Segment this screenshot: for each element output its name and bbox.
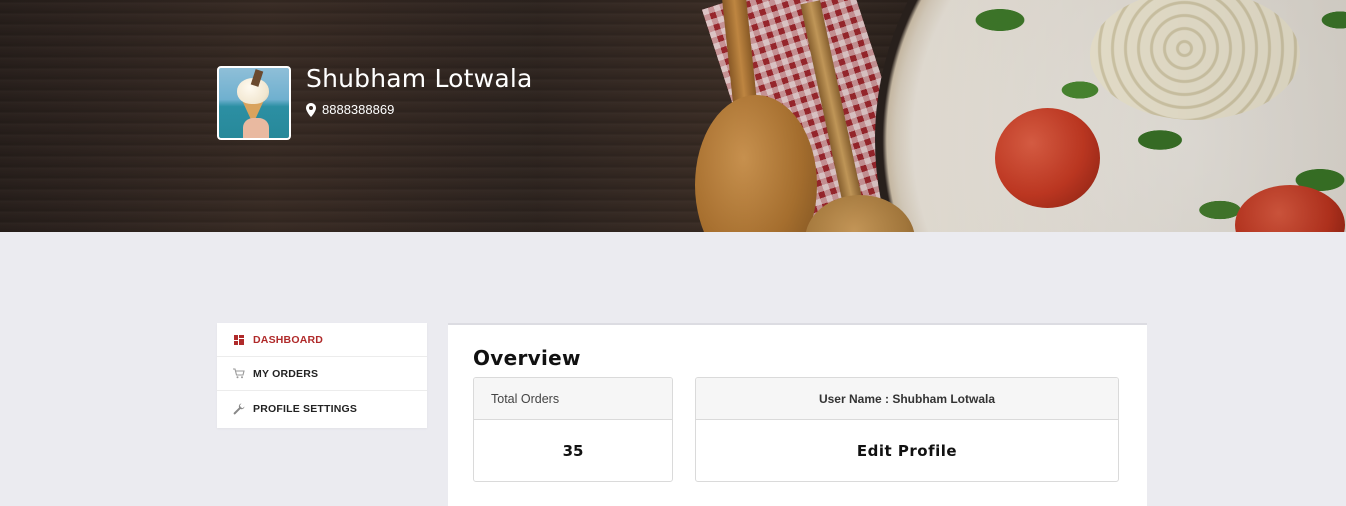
edit-profile-button[interactable]: Edit Profile	[696, 420, 1118, 481]
page-title: Overview	[473, 346, 581, 370]
user-location: 8888388869	[306, 102, 394, 117]
total-orders-label: Total Orders	[474, 378, 672, 420]
cart-icon	[233, 368, 245, 380]
avatar-hand	[243, 118, 269, 138]
sidebar-item-label: DASHBOARD	[253, 333, 324, 346]
total-orders-value: 35	[562, 442, 584, 460]
profile-card: User Name : Shubham Lotwala Edit Profile	[695, 377, 1119, 482]
sidebar-item-label: PROFILE SETTINGS	[253, 403, 358, 415]
hero-shade	[0, 0, 1346, 232]
sidebar-nav: DASHBOARD MY ORDERS PROFILE SETTINGS	[217, 323, 427, 428]
wrench-icon	[233, 403, 245, 415]
sidebar-item-dashboard[interactable]: DASHBOARD	[217, 323, 427, 357]
profile-hero-banner	[0, 0, 1346, 232]
user-name: Shubham Lotwala	[306, 64, 533, 93]
sidebar-item-label: MY ORDERS	[253, 367, 319, 380]
map-pin-icon	[306, 102, 316, 117]
overview-panel: Overview Total Orders 35 User Name : Shu…	[448, 323, 1147, 506]
dashboard-icon	[233, 334, 245, 346]
total-orders-card: Total Orders 35	[473, 377, 673, 482]
sidebar-item-my-orders[interactable]: MY ORDERS	[217, 357, 427, 391]
avatar	[217, 66, 291, 140]
profile-username-label: User Name : Shubham Lotwala	[696, 378, 1118, 420]
user-location-text: 8888388869	[322, 102, 395, 117]
sidebar-item-profile-settings[interactable]: PROFILE SETTINGS	[217, 391, 427, 427]
